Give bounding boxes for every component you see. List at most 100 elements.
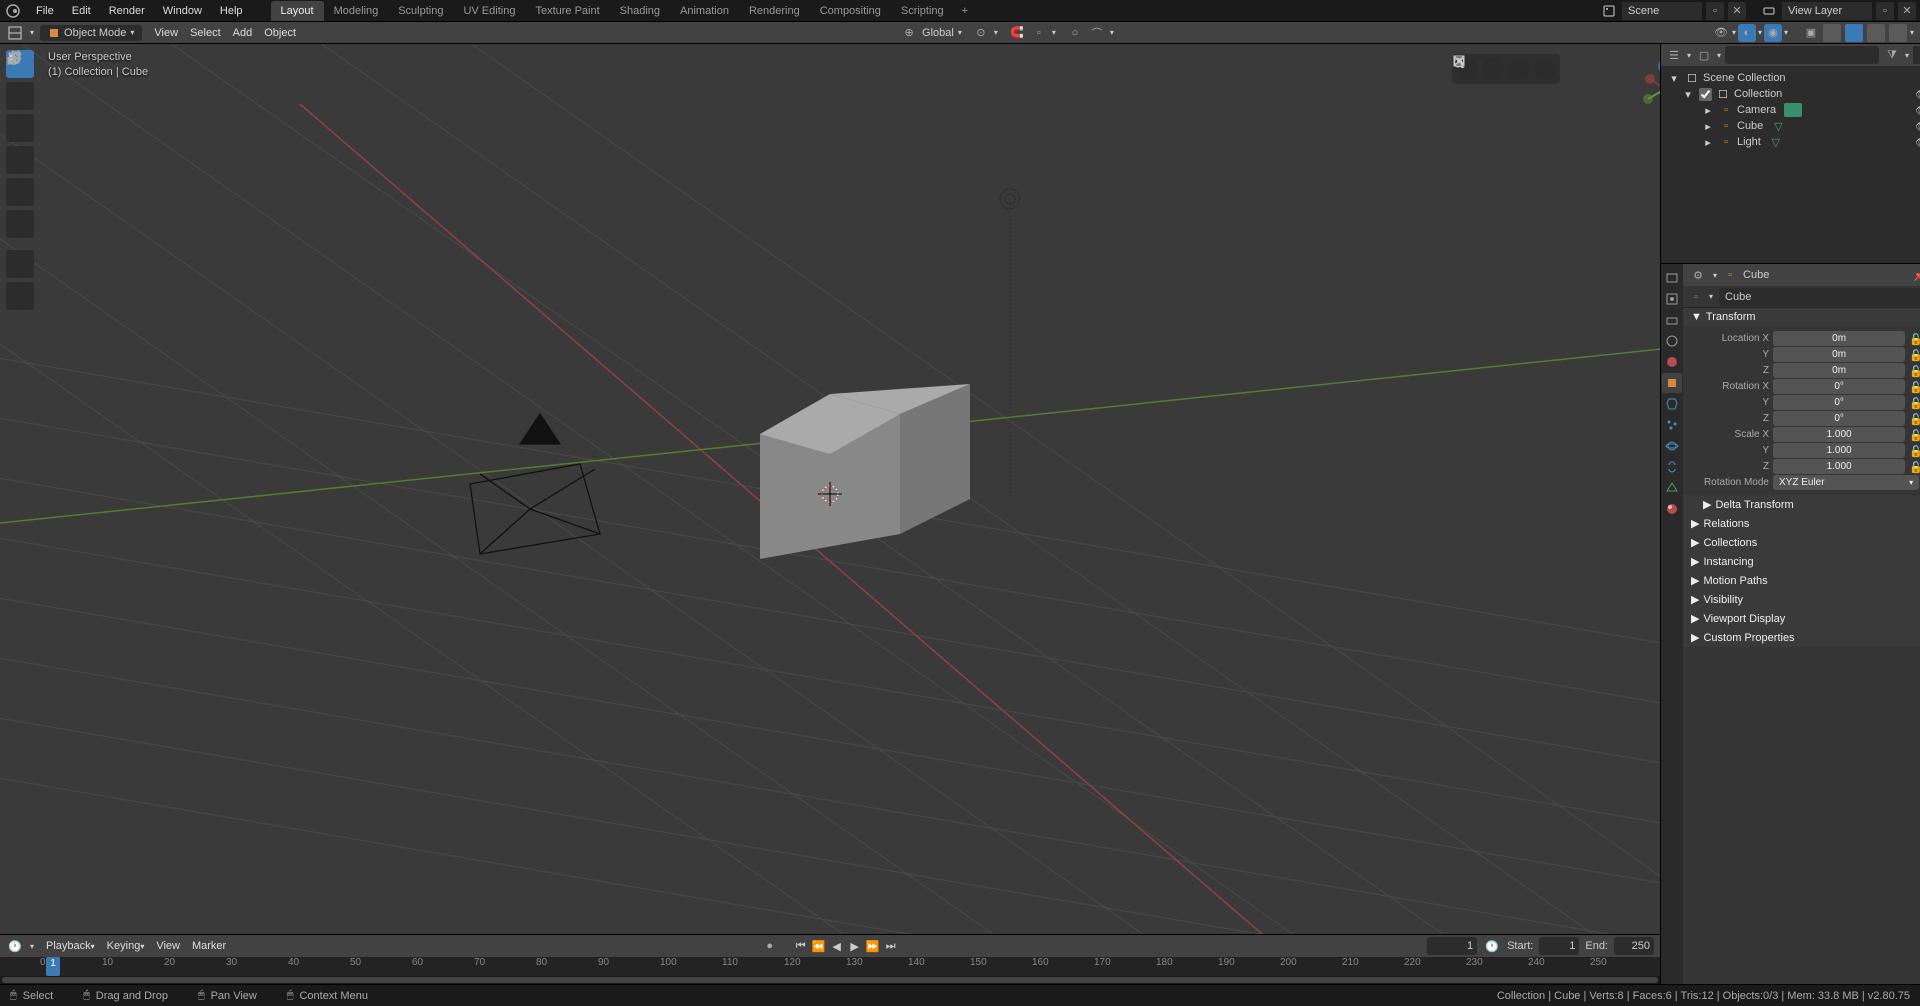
menu-help[interactable]: Help: [212, 2, 251, 20]
particle-tab-icon[interactable]: [1662, 415, 1682, 435]
custom-props-header[interactable]: ▶Custom Properties: [1683, 628, 1920, 647]
pin-icon[interactable]: 📌: [1911, 266, 1920, 284]
location-z-field[interactable]: [1773, 363, 1905, 378]
cube-object[interactable]: [760, 384, 970, 574]
zoom-view-icon[interactable]: [1534, 58, 1556, 80]
timeline-ruler[interactable]: 1 01020304050607080901001101201301401501…: [0, 957, 1660, 976]
visibility-header[interactable]: ▶Visibility: [1683, 590, 1920, 609]
editor-type-icon[interactable]: [6, 24, 24, 42]
frame-lock-icon[interactable]: 🕐: [1483, 937, 1501, 955]
mesh-tab-icon[interactable]: [1662, 478, 1682, 498]
lock-icon[interactable]: 🔓: [1909, 365, 1920, 377]
scale-x-field[interactable]: [1773, 427, 1905, 442]
visibility-eye-icon[interactable]: 👁: [1915, 88, 1920, 101]
collection-enable-checkbox[interactable]: [1699, 88, 1712, 101]
overlays-toggle-icon[interactable]: ◉: [1764, 24, 1782, 42]
timeline-menu-playback[interactable]: Playback▾: [40, 938, 101, 954]
viewlayer-browse-icon[interactable]: [1760, 2, 1778, 20]
measure-tool[interactable]: [6, 282, 34, 310]
snap-target-icon[interactable]: ▫: [1030, 24, 1048, 42]
delta-transform-header[interactable]: ▶Delta Transform: [1683, 495, 1920, 514]
move-tool[interactable]: [6, 114, 34, 142]
proportional-edit-icon[interactable]: ○: [1066, 24, 1084, 42]
scene-browse-icon[interactable]: [1600, 2, 1618, 20]
physics-tab-icon[interactable]: [1662, 436, 1682, 456]
world-tab-icon[interactable]: [1662, 352, 1682, 372]
object-tab-icon[interactable]: [1662, 373, 1682, 393]
collections-header[interactable]: ▶Collections: [1683, 533, 1920, 552]
menu-render[interactable]: Render: [101, 2, 153, 20]
scale-z-field[interactable]: [1773, 459, 1905, 474]
outliner-item-camera[interactable]: ▸▫Camera👁: [1661, 102, 1920, 118]
timeline-menu-keying[interactable]: Keying▾: [101, 938, 151, 954]
header-menu-object[interactable]: Object: [258, 25, 302, 41]
shading-rendered-button[interactable]: [1889, 24, 1907, 42]
move-view-icon[interactable]: [1508, 58, 1530, 80]
rotation-x-field[interactable]: [1773, 379, 1905, 394]
header-menu-add[interactable]: Add: [227, 25, 259, 41]
viewlayer-new-icon[interactable]: ▫: [1876, 2, 1894, 20]
timeline-scrollbar[interactable]: [0, 976, 1660, 984]
visibility-eye-icon[interactable]: 👁: [1915, 120, 1920, 133]
lock-icon[interactable]: 🔓: [1909, 445, 1920, 457]
keyframe-prev-icon[interactable]: ⏪: [811, 938, 827, 954]
snap-toggle-icon[interactable]: 🧲: [1008, 24, 1026, 42]
view-perspective-icon[interactable]: [1482, 58, 1504, 80]
xray-toggle-icon[interactable]: ▣: [1802, 24, 1820, 42]
timeline-menu-view[interactable]: View: [150, 938, 186, 954]
location-y-field[interactable]: [1773, 347, 1905, 362]
header-menu-select[interactable]: Select: [184, 25, 227, 41]
playhead[interactable]: 1: [46, 957, 60, 976]
scene-new-icon[interactable]: ▫: [1706, 2, 1724, 20]
gizmo-toggle-icon[interactable]: ◐: [1738, 24, 1756, 42]
workspace-tab-compositing[interactable]: Compositing: [810, 1, 891, 21]
workspace-tab-uv-editing[interactable]: UV Editing: [453, 1, 525, 21]
timeline-menu-marker[interactable]: Marker: [186, 938, 232, 954]
lock-icon[interactable]: 🔓: [1909, 381, 1920, 393]
start-frame-field[interactable]: [1539, 937, 1579, 955]
viewport-display-header[interactable]: ▶Viewport Display: [1683, 609, 1920, 628]
material-tab-icon[interactable]: [1662, 499, 1682, 519]
workspace-tab-scripting[interactable]: Scripting: [891, 1, 954, 21]
keyframe-next-icon[interactable]: ⏩: [865, 938, 881, 954]
rotation-y-field[interactable]: [1773, 395, 1905, 410]
lock-icon[interactable]: 🔓: [1909, 429, 1920, 441]
lock-icon[interactable]: 🔓: [1909, 349, 1920, 361]
outliner-item-light[interactable]: ▸▫Light▽👁: [1661, 134, 1920, 150]
lock-icon[interactable]: 🔓: [1909, 461, 1920, 473]
header-menu-view[interactable]: View: [148, 25, 184, 41]
end-frame-field[interactable]: [1614, 937, 1654, 955]
constraint-tab-icon[interactable]: [1662, 457, 1682, 477]
3d-viewport[interactable]: User Perspective (1) Collection | Cube X: [0, 44, 1660, 934]
annotate-tool[interactable]: [6, 250, 34, 278]
scale-tool[interactable]: [6, 178, 34, 206]
pivot-icon[interactable]: ⊙: [972, 24, 990, 42]
location-x-field[interactable]: [1773, 331, 1905, 346]
workspace-tab-layout[interactable]: Layout: [271, 1, 324, 21]
light-object[interactable]: [1000, 189, 1020, 499]
scale-y-field[interactable]: [1773, 443, 1905, 458]
shading-wireframe-button[interactable]: [1823, 24, 1841, 42]
play-reverse-icon[interactable]: ◀: [829, 938, 845, 954]
transform-panel-header[interactable]: ▼Transform: [1683, 308, 1920, 326]
mode-dropdown[interactable]: Object Mode ▾: [40, 25, 142, 41]
menu-file[interactable]: File: [28, 2, 62, 20]
outliner-new-collection-icon[interactable]: ▫: [1913, 46, 1920, 64]
workspace-tab-animation[interactable]: Animation: [670, 1, 739, 21]
scene-collection-row[interactable]: ▾ ☐ Scene Collection: [1661, 70, 1920, 86]
workspace-tab-shading[interactable]: Shading: [610, 1, 670, 21]
menu-edit[interactable]: Edit: [64, 2, 99, 20]
menu-window[interactable]: Window: [155, 2, 210, 20]
props-editor-icon[interactable]: ⚙: [1689, 266, 1707, 284]
shading-solid-button[interactable]: [1845, 24, 1863, 42]
jump-end-icon[interactable]: ⏭: [883, 938, 899, 954]
transform-tool[interactable]: [6, 210, 34, 238]
viewlayer-name-field[interactable]: [1782, 2, 1872, 20]
lock-icon[interactable]: 🔓: [1909, 397, 1920, 409]
output-tab-icon[interactable]: [1662, 289, 1682, 309]
workspace-tab-modeling[interactable]: Modeling: [324, 1, 389, 21]
current-frame-field[interactable]: [1427, 937, 1477, 955]
jump-start-icon[interactable]: ⏮: [793, 938, 809, 954]
workspace-tab-sculpting[interactable]: Sculpting: [388, 1, 453, 21]
collection-row[interactable]: ▾ ☐ Collection 👁: [1661, 86, 1920, 102]
